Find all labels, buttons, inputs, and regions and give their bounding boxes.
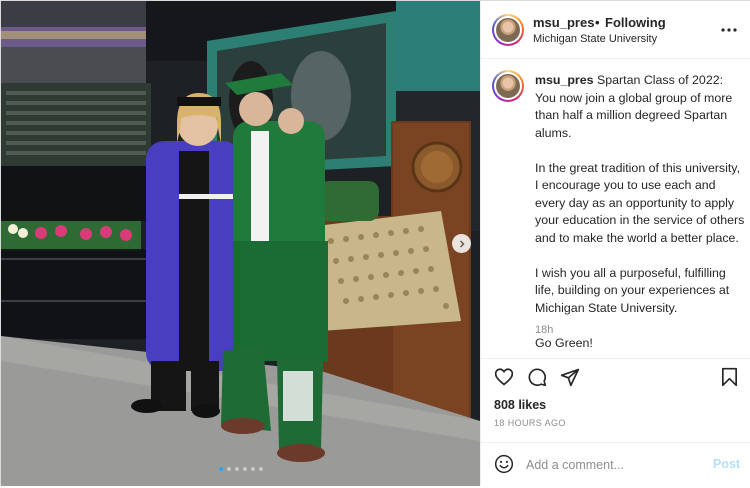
more-horizontal-icon [721,28,737,32]
carousel-next-button[interactable] [452,234,471,253]
chevron-right-icon [459,240,464,247]
caption-paragraph: Go Green! [535,335,593,350]
emoji-button[interactable] [494,454,514,479]
following-button[interactable]: Following [605,15,666,30]
like-count[interactable]: 808 likes [494,398,546,412]
caption-username[interactable]: msu_pres [535,73,594,87]
save-button[interactable] [721,367,738,392]
post-details-panel: msu_pres • Following Michigan State Univ… [480,1,750,486]
avatar[interactable] [492,14,524,46]
post-photo[interactable] [1,1,480,486]
post-comment-button[interactable]: Post [713,457,740,471]
bookmark-icon [721,367,737,387]
carousel-dot [226,467,231,471]
post-header: msu_pres • Following Michigan State Univ… [481,1,750,59]
like-button[interactable] [494,367,514,391]
comment-input[interactable] [526,455,706,475]
caption-paragraph: I wish you all a purposeful, fulfilling … [535,265,730,315]
caption-section: msu_pres Spartan Class of 2022: You now … [481,59,750,357]
carousel-dot [234,467,239,471]
caption-paragraph: In the great tradition of this universit… [535,160,745,245]
caption-timestamp: 18h [535,324,554,336]
carousel-dot [218,467,223,471]
carousel-dot [242,467,247,471]
caption-avatar[interactable] [492,70,524,102]
share-button[interactable] [560,367,580,392]
separator-dot: • [595,15,600,30]
comment-button[interactable] [527,367,547,392]
comment-bar: Post [481,442,750,486]
comment-icon [528,368,547,387]
location-link[interactable]: Michigan State University [533,33,657,45]
share-icon [560,368,580,387]
carousel-dot [250,467,255,471]
emoji-icon [494,454,514,474]
carousel-dots [1,467,480,471]
heart-icon [494,368,514,386]
more-options-button[interactable] [721,19,737,37]
post-modal: msu_pres • Following Michigan State Univ… [0,0,750,486]
post-time[interactable]: 18 HOURS AGO [494,418,566,428]
caption-text: msu_pres Spartan Class of 2022: You now … [535,72,745,352]
commencement-photo [1,1,480,486]
username-link[interactable]: msu_pres [533,15,594,30]
carousel-dot [258,467,263,471]
